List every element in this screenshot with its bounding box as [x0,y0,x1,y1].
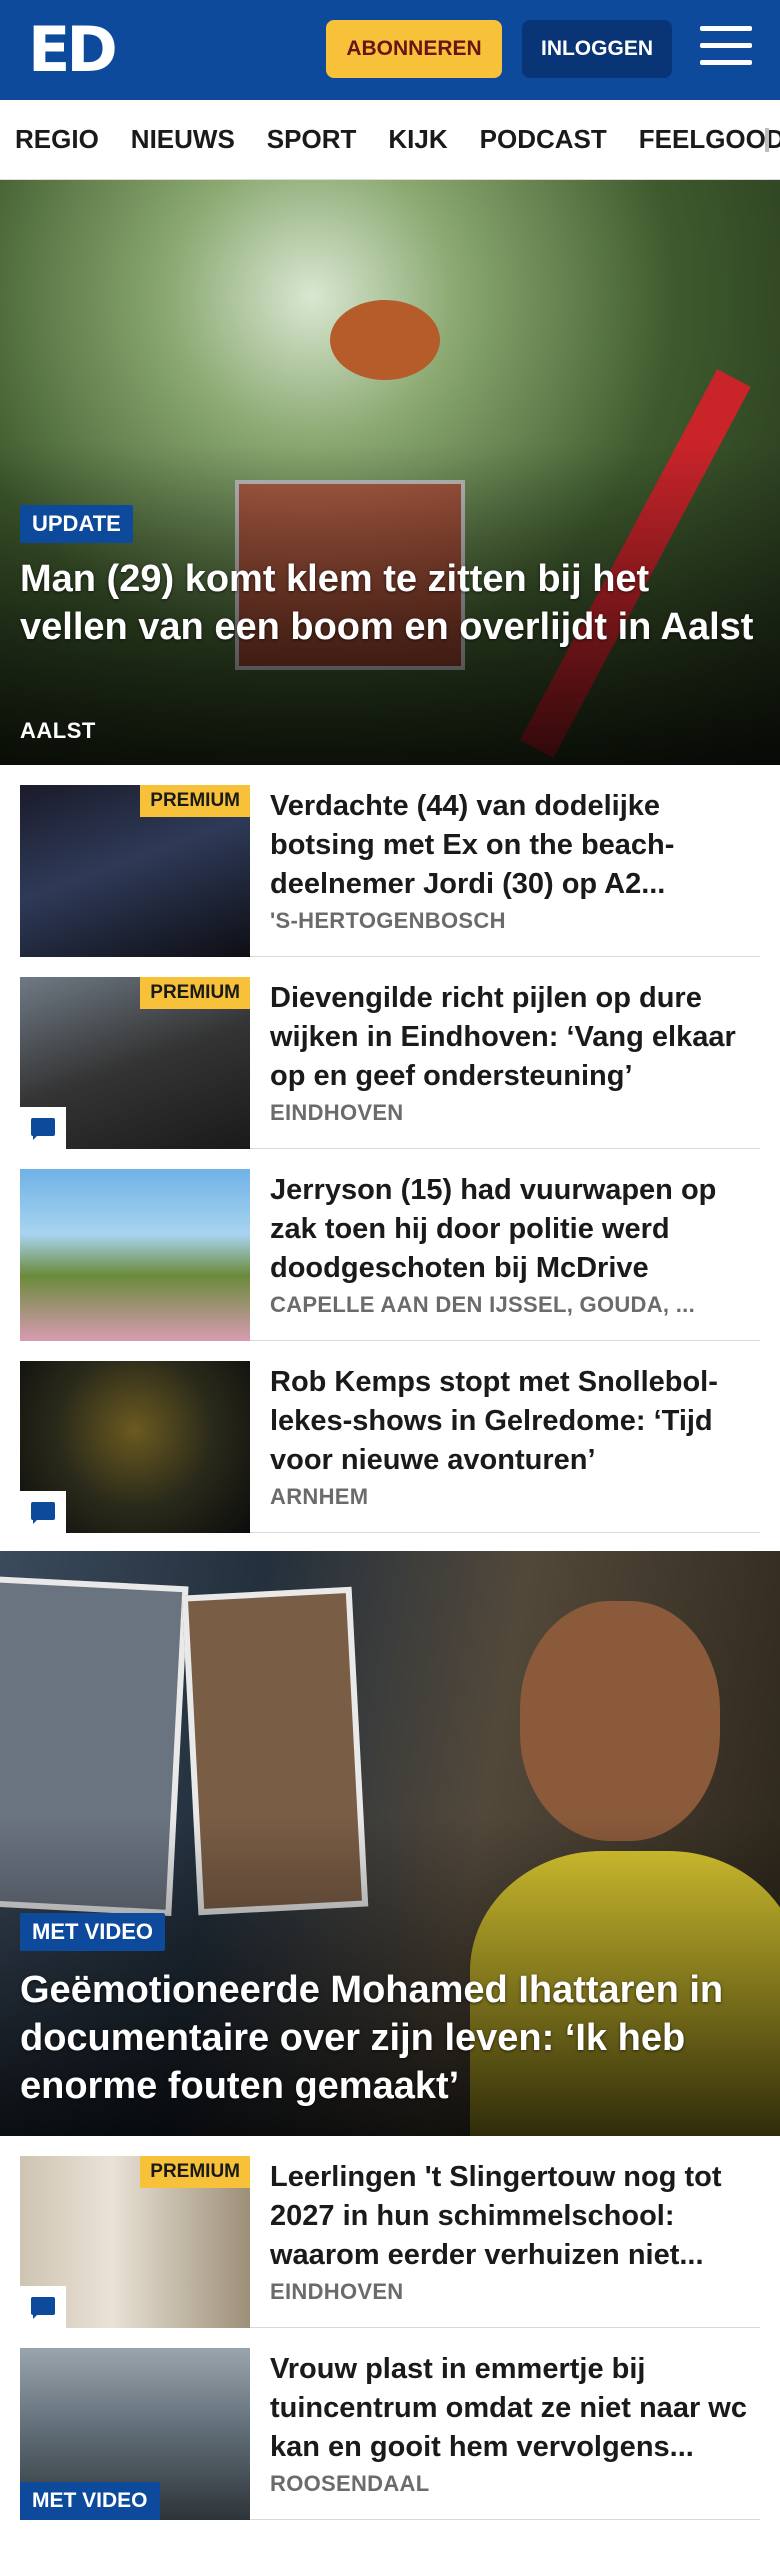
article-location: CAPELLE AAN DEN IJSSEL, GOUDA, ... [270,1292,695,1317]
top-bar: ED ABONNEREN INLOGGEN [0,0,780,100]
article-thumbnail[interactable]: PREMIUM [20,785,250,957]
premium-badge: PREMIUM [140,2156,250,2188]
login-button[interactable]: INLOGGEN [522,20,672,78]
update-badge: UPDATE [20,505,133,543]
article-list-1: PREMIUM Verdachte (44) van dodelijke bot… [0,765,780,1533]
list-item[interactable]: PREMIUM Dievengilde richt pijlen op dure… [20,957,760,1149]
list-item[interactable]: MET VIDEO Vrouw plast in emmertje bij tu… [20,2328,760,2520]
comment-icon [20,1107,66,1149]
nav-item-sport[interactable]: SPORT [267,124,357,155]
nav-item-regio[interactable]: REGIO [15,124,99,155]
hero-location: AALST [20,718,96,743]
hamburger-menu-icon[interactable] [700,26,752,72]
article-title[interactable]: Jerryson (15) had vuurwapen op zak toen … [270,1171,760,1288]
article-title[interactable]: Vrouw plast in emmertje bij tuincentrum … [270,2350,760,2467]
video-badge: MET VIDEO [20,2482,160,2520]
article-thumbnail[interactable] [20,1361,250,1533]
premium-badge: PREMIUM [140,785,250,817]
article-location: ARNHEM [270,1484,369,1509]
article-title[interactable]: Rob Kemps stopt met Snollebol-lekes-show… [270,1363,760,1480]
hero-article-2[interactable]: MET VIDEO Geëmotioneerde Mohamed Ihattar… [0,1551,780,2136]
article-location: EINDHOVEN [270,1100,404,1125]
list-item[interactable]: Jerryson (15) had vuurwapen op zak toen … [20,1149,760,1341]
article-thumbnail[interactable]: MET VIDEO [20,2348,250,2520]
list-item[interactable]: Rob Kemps stopt met Snollebol-lekes-show… [20,1341,760,1533]
head-shape [520,1601,720,1841]
list-item[interactable]: PREMIUM Leerlingen 't Slingertouw nog to… [20,2136,760,2328]
comment-icon [20,2286,66,2328]
hero-article-1[interactable]: UPDATE Man (29) komt klem te zitten bij … [0,180,780,765]
hero-title[interactable]: Man (29) komt klem te zitten bij het vel… [20,555,756,651]
article-thumbnail[interactable]: PREMIUM [20,2156,250,2328]
nav-item-nieuws[interactable]: NIEUWS [131,124,235,155]
premium-badge: PREMIUM [140,977,250,1009]
tree-trunk-shape [330,300,440,380]
comment-icon [20,1491,66,1533]
section-nav: REGIO NIEUWS SPORT KIJK PODCAST FEELGOOD [0,100,780,180]
nav-item-podcast[interactable]: PODCAST [480,124,607,155]
article-location: ROOSENDAAL [270,2471,430,2496]
article-title[interactable]: Leerlingen 't Slingertouw nog tot 2027 i… [270,2158,760,2275]
article-location: EINDHOVEN [270,2279,404,2304]
article-list-2: PREMIUM Leerlingen 't Slingertouw nog to… [0,2136,780,2520]
article-title[interactable]: Dievengilde richt pijlen op dure wijken … [270,979,760,1096]
article-location: 'S-HERTOGENBOSCH [270,908,506,933]
nav-overflow-indicator [765,128,769,152]
logo[interactable]: ED [28,18,118,82]
article-title[interactable]: Verdachte (44) van dodelijke botsing met… [270,787,760,904]
hero-title[interactable]: Geëmotioneerde Mohamed Ihattaren in docu… [20,1966,756,2110]
subscribe-button[interactable]: ABONNEREN [326,20,502,78]
nav-item-kijk[interactable]: KIJK [388,124,447,155]
video-badge: MET VIDEO [20,1913,166,1951]
list-item[interactable]: PREMIUM Verdachte (44) van dodelijke bot… [20,765,760,957]
nav-item-feelgood[interactable]: FEELGOOD [639,124,780,155]
article-thumbnail[interactable]: PREMIUM [20,977,250,1149]
article-thumbnail[interactable] [20,1169,250,1341]
